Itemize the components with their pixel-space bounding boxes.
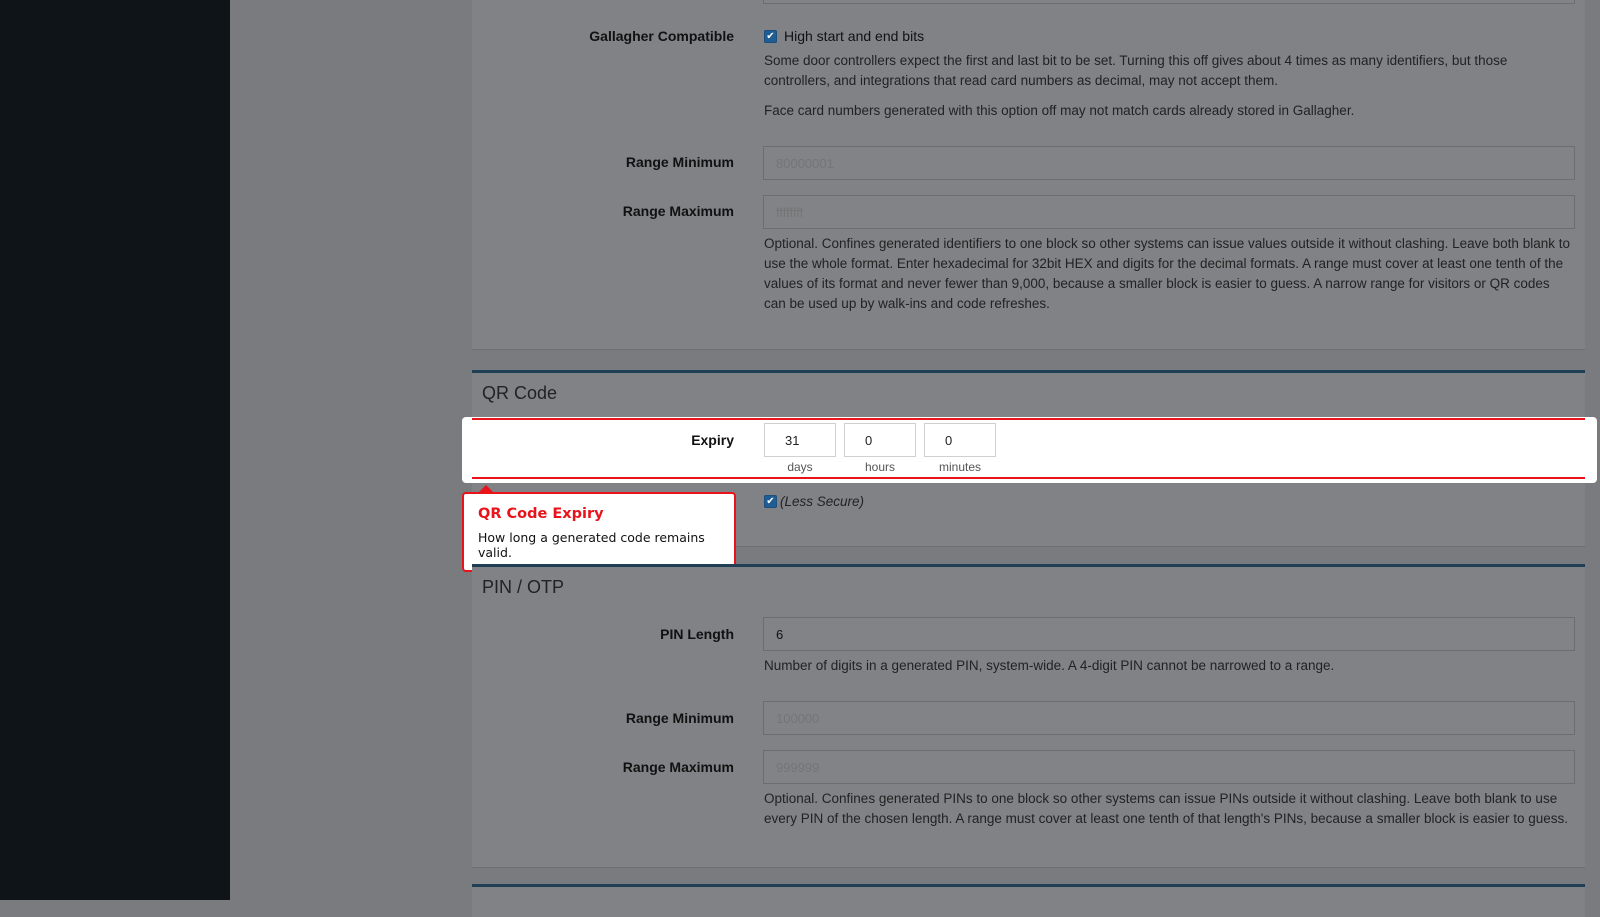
pin-length-help: Number of digits in a generated PIN, sys… <box>764 658 1335 673</box>
highlight-top-line <box>472 418 1585 420</box>
card-range-help: Optional. Confines generated identifiers… <box>764 236 1570 311</box>
tooltip-title: QR Code Expiry <box>478 506 604 522</box>
gallagher-checkbox[interactable]: ✔ <box>764 30 777 43</box>
tooltip-body: How long a generated code remains valid. <box>478 530 705 560</box>
gallagher-help: Some door controllers expect the first a… <box>764 53 1508 88</box>
less-secure-label: (Less Secure) <box>780 494 865 509</box>
expiry-minutes-input[interactable] <box>924 423 996 457</box>
left-gutter <box>230 0 472 900</box>
pin-range-max-input[interactable] <box>763 750 1575 784</box>
minutes-caption: minutes <box>938 460 982 474</box>
hours-caption: hours <box>864 460 896 474</box>
pin-range-max-label: Range Maximum <box>622 759 734 775</box>
days-caption: days <box>787 460 813 474</box>
pin-range-help: Optional. Confines generated PINs to one… <box>764 791 1569 826</box>
next-section-panel <box>472 884 1585 917</box>
sidebar <box>0 0 230 900</box>
pin-range-min-input[interactable] <box>763 701 1575 735</box>
card-range-max-label: Range Maximum <box>622 203 734 219</box>
gallagher-compatible-label: Gallagher Compatible <box>589 28 734 44</box>
expiry-hours-input[interactable] <box>844 423 916 457</box>
previous-input[interactable] <box>763 0 1575 4</box>
pin-length-input[interactable] <box>763 617 1575 651</box>
qr-expiry-tooltip: QR Code Expiry How long a generated code… <box>462 485 736 572</box>
less-secure-checkbox[interactable]: ✔ <box>764 495 777 508</box>
tooltip-arrow <box>478 485 494 493</box>
card-range-min-input[interactable] <box>763 146 1575 180</box>
qr-code-section-title: QR Code <box>482 383 558 403</box>
gallagher-checkbox-label: High start and end bits <box>784 28 925 44</box>
pin-length-label: PIN Length <box>660 626 734 642</box>
pin-otp-section-title: PIN / OTP <box>482 577 565 597</box>
gallagher-help-2: Face card numbers generated with this op… <box>764 103 1355 118</box>
pin-range-min-label: Range Minimum <box>625 710 734 726</box>
expiry-days-input[interactable] <box>764 423 836 457</box>
highlight-bottom-line <box>472 477 1585 479</box>
expiry-label: Expiry <box>691 432 734 448</box>
card-range-min-label: Range Minimum <box>625 154 734 170</box>
card-range-max-input[interactable] <box>763 195 1575 229</box>
expiry-highlight <box>462 417 1597 483</box>
